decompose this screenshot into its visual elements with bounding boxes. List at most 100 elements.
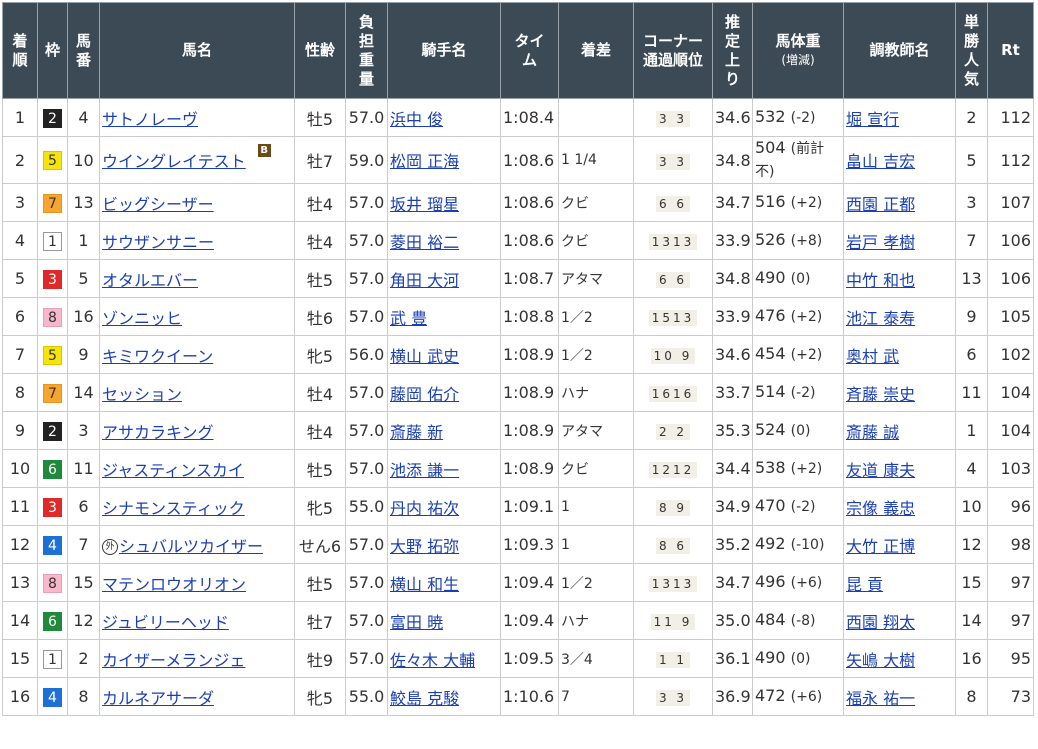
waku-cell: 5 <box>37 136 68 184</box>
header-corner[interactable]: コーナー 通過順位 <box>633 2 713 99</box>
horse-name-link[interactable]: マテンロウオリオン <box>102 575 246 594</box>
time-cell: 1:08.6 <box>500 183 559 222</box>
jockey-link[interactable]: 池添 謙一 <box>390 461 459 480</box>
popularity-cell: 11 <box>955 373 988 412</box>
header-sex-age[interactable]: 性齢 <box>294 2 346 99</box>
jockey-link[interactable]: 横山 和生 <box>390 575 459 594</box>
horse-name-link[interactable]: オタルエバー <box>102 271 198 290</box>
horse-name-link[interactable]: ジュビリーヘッド <box>102 613 229 632</box>
jockey-link[interactable]: 坂井 瑠星 <box>390 195 459 214</box>
horse-name-link[interactable]: カルネアサーダ <box>102 689 214 708</box>
jockey-link[interactable]: 松岡 正海 <box>390 152 459 171</box>
trainer-link[interactable]: 宗像 義忠 <box>846 499 915 518</box>
waku-badge: 7 <box>43 383 62 403</box>
rank-cell: 1 <box>2 98 38 137</box>
time-cell: 1:08.7 <box>500 259 559 298</box>
horse-name-link[interactable]: ゾンニッヒ <box>102 309 182 328</box>
header-number[interactable]: 馬 番 <box>67 2 100 99</box>
jockey-link[interactable]: 大野 拓弥 <box>390 537 459 556</box>
jockey-link[interactable]: 角田 大河 <box>390 271 459 290</box>
trainer-link[interactable]: 畠山 吉宏 <box>846 152 915 171</box>
waku-badge: 5 <box>43 151 62 170</box>
horse-name-cell: カルネアサーダ <box>99 677 295 716</box>
horse-name-link[interactable]: カイザーメランジェ <box>102 651 245 670</box>
trainer-cell: 斉藤 崇史 <box>843 373 956 412</box>
horse-name-link[interactable]: ビッグシーザー <box>102 195 214 214</box>
jockey-link[interactable]: 佐々木 大輔 <box>390 651 475 670</box>
rt-cell: 98 <box>987 525 1034 564</box>
corner-positions: 10 9 <box>650 348 696 364</box>
horse-name-link[interactable]: アサカラキング <box>102 423 214 442</box>
header-trainer[interactable]: 調教師名 <box>843 2 956 99</box>
jockey-link[interactable]: 武 豊 <box>390 309 427 328</box>
header-last3f[interactable]: 推 定 上 り <box>712 2 753 99</box>
jockey-cell: 大野 拓弥 <box>387 525 501 564</box>
trainer-link[interactable]: 岩戸 孝樹 <box>846 233 915 252</box>
horse-name-link[interactable]: キミワクイーン <box>102 347 213 366</box>
header-pop-line1: 単 <box>963 12 979 31</box>
corner-cell: 8 6 <box>633 525 713 564</box>
jockey-link[interactable]: 富田 暁 <box>390 613 443 632</box>
trainer-link[interactable]: 福永 祐一 <box>846 689 915 708</box>
rank-cell: 3 <box>2 183 38 222</box>
horse-weight-value: 538 <box>755 458 786 477</box>
popularity-cell: 2 <box>955 98 988 137</box>
header-weight-line1: 負 <box>358 12 374 31</box>
header-horse[interactable]: 馬名 <box>99 2 295 99</box>
trainer-link[interactable]: 池江 泰寿 <box>846 309 915 328</box>
jockey-link[interactable]: 鮫島 克駿 <box>390 689 459 708</box>
margin-cell: アタマ <box>558 411 634 450</box>
header-number-line2: 番 <box>75 50 91 69</box>
last3f-cell: 34.8 <box>712 259 753 298</box>
horse-number-cell: 11 <box>67 449 100 488</box>
sex-age-cell: 牝5 <box>294 677 346 716</box>
horse-weight-value: 476 <box>755 306 786 325</box>
trainer-link[interactable]: 西園 正都 <box>846 195 915 214</box>
horse-name-link[interactable]: サウザンサニー <box>102 233 214 252</box>
trainer-link[interactable]: 矢嶋 大樹 <box>846 651 915 670</box>
horse-name-link[interactable]: シナモンスティック <box>102 499 245 518</box>
header-weight-carried[interactable]: 負 担 重 量 <box>345 2 388 99</box>
jockey-link[interactable]: 斎藤 新 <box>390 423 443 442</box>
horse-name-link[interactable]: ジャスティンスカイ <box>102 461 244 480</box>
header-corner-line2: 通過順位 <box>642 50 703 69</box>
trainer-link[interactable]: 斎藤 誠 <box>846 423 899 442</box>
header-waku[interactable]: 枠 <box>37 2 68 99</box>
horse-name-cell: ジュビリーヘッド <box>99 601 295 640</box>
trainer-link[interactable]: 斉藤 崇史 <box>846 385 915 404</box>
horse-weight-cell: 470 (-2) <box>752 487 844 526</box>
trainer-link[interactable]: 昆 貢 <box>846 575 883 594</box>
horse-name-link[interactable]: ウイングレイテスト <box>102 152 246 171</box>
horse-name-cell: アサカラキング <box>99 411 295 450</box>
jockey-link[interactable]: 浜中 俊 <box>390 110 443 129</box>
jockey-cell: 松岡 正海 <box>387 136 501 184</box>
header-rt[interactable]: Rt <box>987 2 1034 99</box>
rt-cell: 107 <box>987 183 1034 222</box>
trainer-link[interactable]: 中竹 和也 <box>846 271 915 290</box>
horse-name-link[interactable]: サトノレーヴ <box>102 110 198 129</box>
header-horse-weight[interactable]: 馬体重 (増減) <box>752 2 844 99</box>
jockey-link[interactable]: 丹内 祐次 <box>390 499 459 518</box>
header-rank[interactable]: 着 順 <box>2 2 38 99</box>
header-popularity[interactable]: 単 勝 人 気 <box>955 2 988 99</box>
weight-carried-cell: 57.0 <box>345 601 388 640</box>
trainer-link[interactable]: 堀 宣行 <box>846 110 899 129</box>
header-time[interactable]: タイ ム <box>500 2 559 99</box>
header-jockey[interactable]: 騎手名 <box>387 2 501 99</box>
weight-carried-cell: 57.0 <box>345 449 388 488</box>
jockey-link[interactable]: 藤岡 佑介 <box>390 385 459 404</box>
jockey-link[interactable]: 横山 武史 <box>390 347 459 366</box>
corner-cell: 1313 <box>633 221 713 260</box>
trainer-link[interactable]: 大竹 正博 <box>846 537 915 556</box>
time-cell: 1:09.4 <box>500 601 559 640</box>
trainer-link[interactable]: 奥村 武 <box>846 347 899 366</box>
trainer-link[interactable]: 西園 翔太 <box>846 613 915 632</box>
header-pop-line4: 気 <box>963 69 979 88</box>
header-margin[interactable]: 着差 <box>558 2 634 99</box>
trainer-link[interactable]: 友道 康夫 <box>846 461 915 480</box>
horse-name-link[interactable]: セッション <box>102 385 182 404</box>
jockey-link[interactable]: 菱田 裕二 <box>390 233 459 252</box>
weight-carried-cell: 57.0 <box>345 183 388 222</box>
header-weight-line2: 担 <box>358 31 374 50</box>
horse-name-link[interactable]: シュバルツカイザー <box>119 537 263 556</box>
